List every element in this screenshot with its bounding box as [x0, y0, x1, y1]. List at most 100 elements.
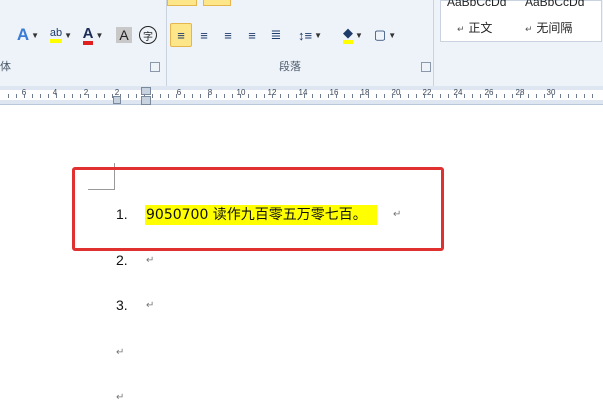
- ruler-tick: [456, 94, 457, 98]
- paragraph-mark-icon: ↵: [146, 255, 155, 266]
- text-effects-button[interactable]: A ▼: [14, 24, 42, 46]
- center-button[interactable]: ≡: [194, 24, 214, 46]
- style-normal-label: 正文: [468, 21, 493, 35]
- enclose-char-button[interactable]: 字: [138, 24, 158, 46]
- ruler-tick: [352, 94, 353, 98]
- ruler-tick: [328, 94, 329, 98]
- horizontal-ruler[interactable]: 64224681012141618202224262830: [0, 86, 603, 105]
- style-no-spacing-label: 无间隔: [536, 21, 573, 35]
- ruler-tick: [216, 94, 217, 98]
- ruler-tick: [384, 94, 385, 98]
- hanging-indent-marker[interactable]: [141, 96, 151, 105]
- paragraph-mark-icon: ↵: [146, 300, 155, 311]
- align-center-icon: ≡: [200, 27, 208, 43]
- ruler-tick: [48, 94, 49, 98]
- ruler-tick: [464, 94, 465, 98]
- ruler-tick: [232, 94, 233, 98]
- ruler-tick: [432, 94, 433, 98]
- ruler-tick: [544, 94, 545, 98]
- char-shading-icon: A: [116, 27, 132, 43]
- ruler-tick: [560, 94, 561, 98]
- paragraph-mark-icon: ↵: [116, 392, 125, 403]
- partial-top-button[interactable]: [167, 0, 197, 6]
- document-page[interactable]: 1. 9050700 读作九百零五万零七百。 ↵ 2. ↵ 3. ↵ ↵ ↵: [0, 105, 603, 405]
- chevron-down-icon: ▼: [314, 30, 322, 40]
- list-number-2: 2.: [116, 252, 128, 268]
- list-item-1-text[interactable]: 9050700 读作九百零五万零七百。: [145, 205, 377, 225]
- ruler-tick: [440, 94, 441, 98]
- ruler-tick: [512, 94, 513, 98]
- partial-top-button-2[interactable]: [203, 0, 231, 6]
- font-color-button[interactable]: A ▼: [80, 24, 106, 46]
- line-spacing-icon: ↕≡: [297, 27, 313, 43]
- ruler-number: 26: [484, 88, 494, 97]
- ruler-tick: [368, 94, 369, 98]
- ribbon: A ▼ ab ▼ A ▼ A 字 体 ≡ ≡ ≡ ≡ ≣ ↕≡ ▼ ◆ ▼ ▢ …: [0, 0, 603, 87]
- ruler-tick: [32, 94, 33, 98]
- ruler-number: 16: [329, 88, 339, 97]
- ruler-tick: [104, 94, 105, 98]
- text-effects-icon: A: [16, 25, 30, 44]
- paragraph-dialog-launcher[interactable]: [421, 62, 431, 72]
- font-dialog-launcher[interactable]: [150, 62, 160, 72]
- chevron-down-icon: ▼: [64, 30, 73, 40]
- distributed-button[interactable]: ≣: [266, 24, 286, 46]
- ruler-tick: [128, 94, 129, 98]
- char-shading-button[interactable]: A: [114, 24, 134, 46]
- ruler-tick: [336, 94, 337, 98]
- ruler-tick: [152, 94, 153, 98]
- style-no-spacing[interactable]: ↵ 无间隔: [525, 19, 572, 36]
- ruler-tick: [240, 94, 241, 98]
- ruler-tick: [424, 94, 425, 98]
- paragraph-mark-icon: ↵: [116, 347, 125, 358]
- paragraph-group: ≡ ≡ ≡ ≡ ≣ ↕≡ ▼ ◆ ▼ ▢ ▼ 段落: [166, 0, 434, 86]
- ruler-tick: [160, 94, 161, 98]
- styles-gallery[interactable]: AaBbCcDd AaBbCcDd ↵ 正文 ↵ 无间隔: [440, 0, 602, 42]
- justify-button[interactable]: ≡: [242, 24, 262, 46]
- line-spacing-button[interactable]: ↕≡ ▼: [295, 24, 325, 46]
- ruler-tick: [192, 94, 193, 98]
- highlight-color-button[interactable]: ab ▼: [46, 24, 76, 46]
- chevron-down-icon: ▼: [355, 30, 363, 40]
- font-color-icon: A: [82, 26, 94, 45]
- ruler-tick: [56, 94, 57, 98]
- align-left-button[interactable]: ≡: [170, 23, 192, 47]
- ruler-tick: [392, 94, 393, 98]
- align-right-button[interactable]: ≡: [218, 24, 238, 46]
- first-line-indent-marker[interactable]: [141, 87, 151, 95]
- ruler-tick: [168, 94, 169, 98]
- ruler-tick: [480, 94, 481, 98]
- ruler-tick: [88, 94, 89, 98]
- style-preview-text: AaBbCcDd: [447, 0, 507, 9]
- align-left-icon: ≡: [177, 27, 185, 43]
- ruler-tick: [184, 94, 185, 98]
- paragraph-group-label: 段落: [279, 61, 301, 73]
- ruler-tick: [296, 94, 297, 98]
- ruler-tick: [280, 94, 281, 98]
- left-indent-marker[interactable]: [113, 96, 121, 104]
- ruler-tick: [72, 94, 73, 98]
- borders-button[interactable]: ▢ ▼: [371, 24, 399, 46]
- ruler-tick: [312, 94, 313, 98]
- shading-button[interactable]: ◆ ▼: [339, 24, 367, 46]
- ruler-tick: [40, 94, 41, 98]
- style-preview-text-2: AaBbCcDd: [525, 0, 585, 9]
- ruler-tick: [8, 94, 9, 98]
- ruler-tick: [408, 94, 409, 98]
- ruler-tick: [528, 94, 529, 98]
- ruler-tick: [488, 94, 489, 98]
- ruler-tick: [376, 94, 377, 98]
- style-normal[interactable]: ↵ 正文: [457, 19, 492, 36]
- ruler-tick: [200, 94, 201, 98]
- ruler-tick: [248, 94, 249, 98]
- ruler-tick: [344, 94, 345, 98]
- paragraph-mark-icon: ↵: [457, 25, 465, 35]
- ruler-number: 10: [236, 88, 246, 97]
- ruler-tick: [592, 94, 593, 98]
- border-icon: ▢: [373, 27, 387, 42]
- ruler-tick: [136, 94, 137, 98]
- ruler-tick: [304, 94, 305, 98]
- paragraph-mark-icon: ↵: [393, 209, 402, 220]
- distributed-icon: ≣: [270, 27, 282, 42]
- chevron-down-icon: ▼: [388, 30, 397, 40]
